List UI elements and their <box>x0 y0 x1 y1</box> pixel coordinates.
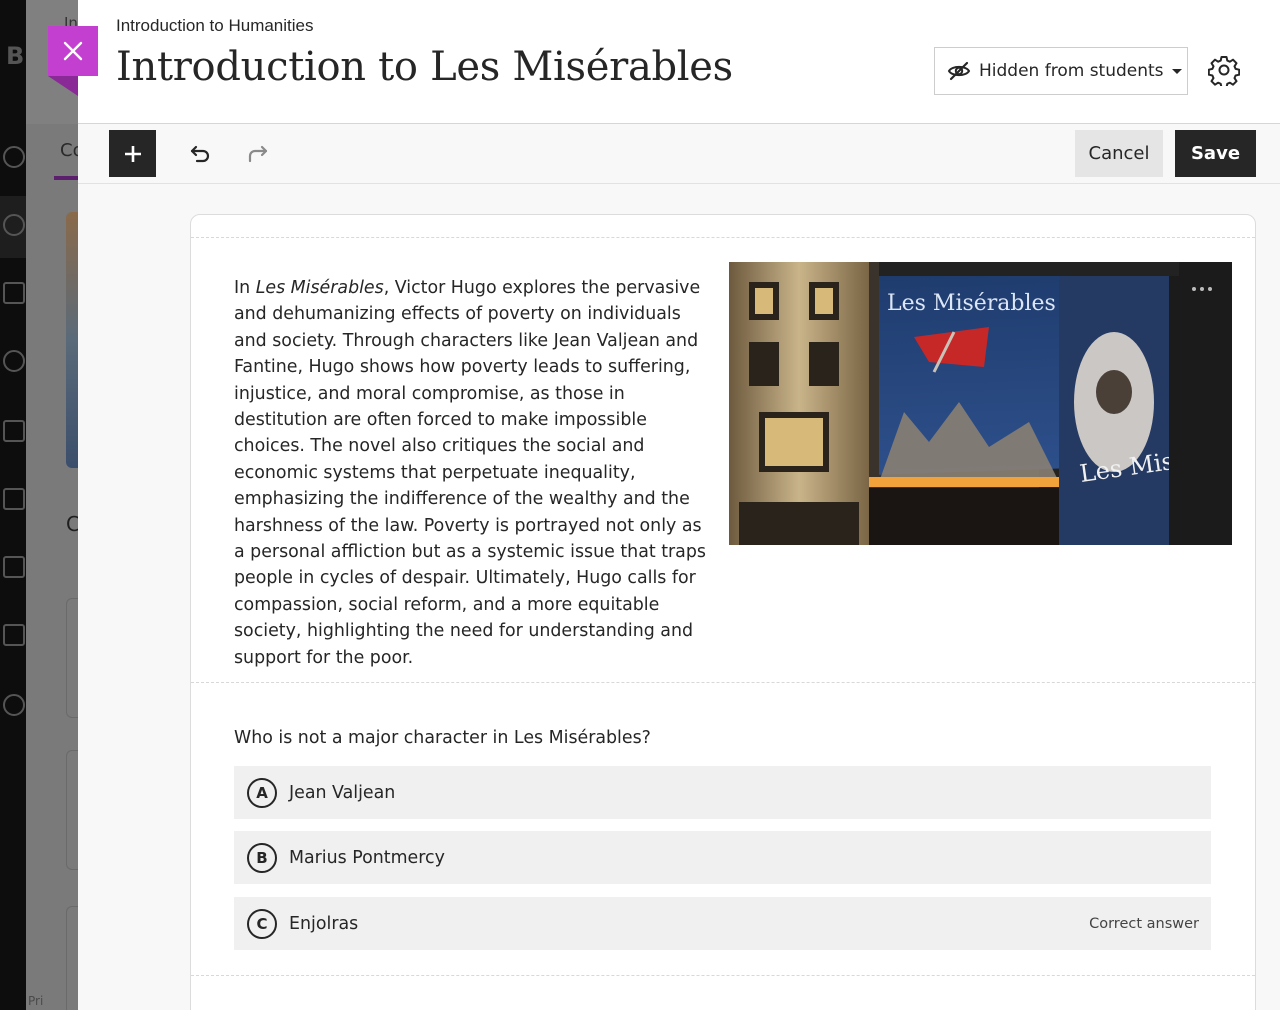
cancel-button[interactable]: Cancel <box>1075 130 1163 177</box>
plus-icon <box>124 145 141 162</box>
undo-icon <box>190 145 210 163</box>
option-letter: A <box>247 777 277 808</box>
answer-option[interactable]: C Enjolras Correct answer <box>234 897 1211 950</box>
background-logo: B <box>6 42 25 70</box>
background-course-page: In Co C Pri <box>26 0 86 1010</box>
option-letter: C <box>247 908 277 939</box>
divider <box>191 682 1255 683</box>
intro-italic-title: Les Misérables <box>255 278 384 298</box>
question-prompt: Who is not a major character in Les Misé… <box>234 728 651 748</box>
theater-image[interactable]: Les Misérables Les Mis <box>729 262 1232 545</box>
sign-out-icon <box>3 694 25 716</box>
courses-icon <box>3 282 25 304</box>
visibility-label: Hidden from students <box>979 61 1164 81</box>
intro-body: , Victor Hugo explores the pervasive and… <box>234 278 706 668</box>
tools-icon <box>3 624 25 646</box>
option-letter: B <box>247 842 277 873</box>
undo-button[interactable] <box>184 138 216 170</box>
option-text: Enjolras <box>289 913 359 934</box>
close-icon <box>63 41 83 61</box>
save-button[interactable]: Save <box>1175 130 1256 177</box>
answer-option[interactable]: B Marius Pontmercy <box>234 831 1211 884</box>
messages-icon <box>3 488 25 510</box>
globe-icon <box>3 214 25 236</box>
profile-icon <box>3 146 25 168</box>
intro-lead: In <box>234 278 256 298</box>
add-content-button[interactable] <box>109 130 156 177</box>
divider <box>191 975 1255 976</box>
breadcrumb[interactable]: Introduction to Humanities <box>116 16 314 36</box>
redo-icon <box>248 145 268 163</box>
background-footer: Pri <box>28 994 44 1008</box>
grades-icon <box>3 556 25 578</box>
content-card: In Les Misérables, Victor Hugo explores … <box>190 214 1256 1010</box>
chevron-down-icon <box>1171 68 1182 74</box>
editor-toolbar: Cancel Save <box>78 124 1280 184</box>
more-options-icon[interactable] <box>1192 284 1218 294</box>
panel-header: Introduction to Humanities Introduction … <box>78 0 1280 124</box>
sign-text: Les Misérables <box>887 291 1056 316</box>
answer-option[interactable]: A Jean Valjean <box>234 766 1211 819</box>
correct-answer-label: Correct answer <box>1089 915 1199 932</box>
calendar-icon <box>3 420 25 442</box>
settings-button[interactable] <box>1206 52 1242 88</box>
groups-icon <box>3 350 25 372</box>
visibility-dropdown[interactable]: Hidden from students <box>934 47 1188 95</box>
divider <box>191 237 1255 238</box>
option-text: Jean Valjean <box>289 782 396 803</box>
close-button[interactable] <box>48 26 98 96</box>
eye-slash-icon <box>947 61 971 81</box>
background-nav-rail: B <box>0 0 26 1010</box>
redo-button[interactable] <box>242 138 274 170</box>
theater-photo: Les Misérables Les Mis <box>729 262 1232 545</box>
page-title: Introduction to Les Misérables <box>116 44 733 90</box>
gear-icon <box>1208 56 1240 86</box>
document-editor-panel: Introduction to Humanities Introduction … <box>78 0 1280 1010</box>
option-text: Marius Pontmercy <box>289 847 445 868</box>
intro-paragraph[interactable]: In Les Misérables, Victor Hugo explores … <box>234 275 714 671</box>
